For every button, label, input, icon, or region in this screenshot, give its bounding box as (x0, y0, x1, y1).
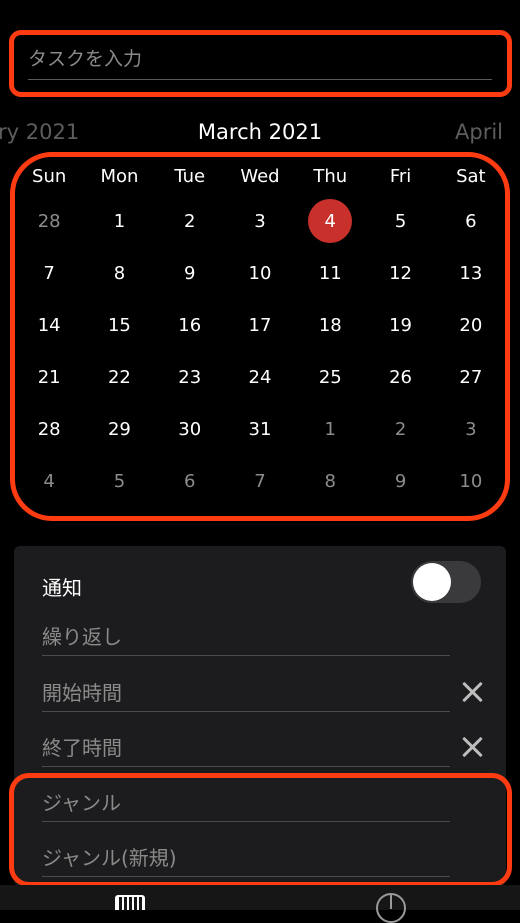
day-cell[interactable]: 16 (155, 305, 225, 345)
clear-end-time-icon[interactable] (459, 734, 485, 760)
day-cell[interactable]: 15 (84, 305, 154, 345)
day-cell[interactable]: 1 (295, 409, 365, 449)
day-cell[interactable]: 28 (14, 409, 84, 449)
day-cell[interactable]: 5 (365, 201, 435, 241)
day-cell[interactable]: 25 (295, 357, 365, 397)
selected-day-cell[interactable]: 4 (295, 201, 365, 241)
day-cell[interactable]: 3 (436, 409, 506, 449)
new-genre-field[interactable]: ジャンル(新規) (42, 842, 177, 871)
start-time-underline (42, 711, 450, 712)
current-month-label: March 2021 (197, 120, 323, 144)
weekday-label: Fri (389, 165, 412, 187)
day-cell[interactable]: 4 (14, 461, 84, 501)
day-cell[interactable]: 9 (155, 253, 225, 293)
day-cell[interactable]: 11 (295, 253, 365, 293)
clear-start-time-icon[interactable] (459, 679, 485, 705)
task-input[interactable] (28, 44, 492, 74)
day-cell[interactable]: 31 (225, 409, 295, 449)
day-cell[interactable]: 6 (155, 461, 225, 501)
notification-toggle[interactable] (411, 561, 481, 603)
day-cell[interactable]: 24 (225, 357, 295, 397)
day-cell[interactable]: 7 (225, 461, 295, 501)
weekday-label: Tue (174, 165, 206, 187)
day-cell[interactable]: 7 (14, 253, 84, 293)
day-cell[interactable]: 8 (295, 461, 365, 501)
day-cell[interactable]: 13 (436, 253, 506, 293)
task-input-underline (28, 79, 492, 80)
day-cell[interactable]: 28 (14, 201, 84, 241)
day-cell[interactable]: 23 (155, 357, 225, 397)
end-time-field[interactable]: 終了時間 (42, 732, 122, 761)
day-cell[interactable]: 20 (436, 305, 506, 345)
calendar-week: 28 29 30 31 1 2 3 (14, 409, 506, 449)
weekday-label: Wed (240, 165, 280, 187)
day-cell[interactable]: 2 (155, 201, 225, 241)
day-cell[interactable]: 18 (295, 305, 365, 345)
day-cell[interactable]: 17 (225, 305, 295, 345)
day-cell[interactable]: 27 (436, 357, 506, 397)
day-cell[interactable]: 19 (365, 305, 435, 345)
day-cell[interactable]: 10 (225, 253, 295, 293)
new-genre-underline (42, 876, 450, 877)
day-cell[interactable]: 21 (14, 357, 84, 397)
weekday-label: Thu (313, 165, 348, 187)
calendar-week: 21 22 23 24 25 26 27 (14, 357, 506, 397)
end-time-underline (42, 766, 450, 767)
tab-bar (0, 885, 520, 910)
calendar-week: 14 15 16 17 18 19 20 (14, 305, 506, 345)
weekday-label: Sat (456, 165, 486, 187)
day-cell[interactable]: 10 (436, 461, 506, 501)
calendar-week: 7 8 9 10 11 12 13 (14, 253, 506, 293)
calendar-icon[interactable] (115, 895, 145, 910)
genre-field[interactable]: ジャンル (42, 787, 121, 816)
day-cell[interactable]: 1 (84, 201, 154, 241)
day-cell[interactable]: 2 (365, 409, 435, 449)
day-cell[interactable]: 8 (84, 253, 154, 293)
start-time-field[interactable]: 開始時間 (42, 677, 122, 706)
day-cell[interactable]: 12 (365, 253, 435, 293)
day-cell[interactable]: 9 (365, 461, 435, 501)
day-cell[interactable]: 26 (365, 357, 435, 397)
weekday-header: Sun Mon Tue Wed Thu Fri Sat (14, 156, 506, 196)
day-cell[interactable]: 22 (84, 357, 154, 397)
weekday-label: Sun (32, 165, 67, 187)
day-cell[interactable]: 3 (225, 201, 295, 241)
day-cell[interactable]: 29 (84, 409, 154, 449)
toggle-knob (413, 563, 451, 601)
pie-chart-icon[interactable] (376, 893, 406, 923)
weekday-label: Mon (100, 165, 139, 187)
calendar-week: 4 5 6 7 8 9 10 (14, 461, 506, 501)
calendar-week: 28 1 2 3 4 5 6 (14, 201, 506, 241)
day-cell[interactable]: 5 (84, 461, 154, 501)
day-cell[interactable]: 14 (14, 305, 84, 345)
genre-underline (42, 821, 450, 822)
day-cell[interactable]: 30 (155, 409, 225, 449)
next-month-label[interactable]: April (455, 120, 503, 144)
notification-label: 通知 (42, 576, 82, 600)
repeat-field[interactable]: 繰り返し (42, 621, 122, 650)
day-cell[interactable]: 6 (436, 201, 506, 241)
repeat-underline (42, 655, 450, 656)
